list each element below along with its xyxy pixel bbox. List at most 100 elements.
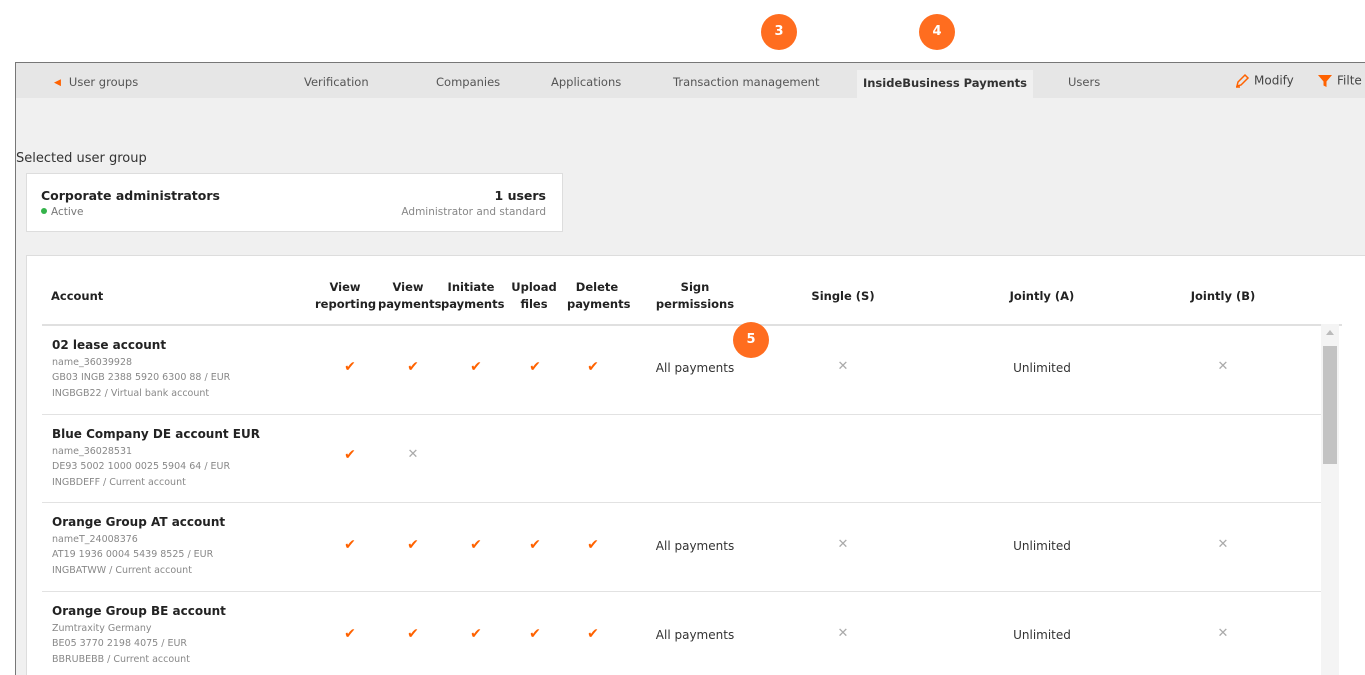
tab-applications[interactable]: Applications — [551, 75, 621, 89]
table-row[interactable]: Orange Group AT account nameT_24008376 A… — [42, 503, 1322, 592]
checkmark-icon: ✔ — [587, 359, 599, 375]
tab-insidebusiness-payments[interactable]: InsideBusiness Payments — [857, 70, 1033, 98]
checkmark-icon: ✔ — [529, 626, 541, 642]
cross-icon: ✕ — [1217, 537, 1229, 552]
tab-label-active: InsideBusiness Payments — [862, 76, 1028, 90]
sign-permissions-value: All payments — [655, 361, 735, 375]
account-bic-type: BBRUBEBB / Current account — [52, 654, 190, 665]
filter-button[interactable]: Filte — [1317, 73, 1362, 89]
account-iban: BE05 3770 2198 4075 / EUR — [52, 638, 187, 649]
tab-transaction-management[interactable]: Transaction management — [673, 75, 819, 89]
group-status: Active — [41, 206, 83, 218]
col-header-line: Upload — [511, 280, 557, 294]
account-name: Orange Group BE account — [52, 604, 226, 618]
caret-left-icon: ◀ — [54, 78, 61, 88]
checkmark-icon: ✔ — [587, 626, 599, 642]
account-holder: nameT_24008376 — [52, 534, 138, 545]
col-header-view-reporting: View reporting — [315, 279, 377, 313]
col-header-line: Delete — [575, 280, 619, 294]
selected-group-card: Corporate administrators Active 1 users … — [26, 173, 563, 232]
cross-icon: ✕ — [837, 626, 849, 641]
group-type: Administrator and standard — [401, 206, 546, 218]
modify-button[interactable]: Modify — [1234, 73, 1294, 89]
group-user-count: 1 users — [494, 188, 546, 203]
col-header-line: payments — [378, 297, 442, 311]
col-header-line: files — [520, 297, 548, 311]
col-header-single: Single (S) — [811, 289, 875, 303]
cross-icon: ✕ — [837, 537, 849, 552]
col-header-jointly-a: Jointly (A) — [1009, 289, 1075, 303]
col-header-line: Initiate — [447, 280, 495, 294]
checkmark-icon: ✔ — [344, 626, 356, 642]
col-header-delete-payments: Delete payments — [567, 279, 631, 313]
table-row[interactable]: 02 lease account name_36039928 GB03 INGB… — [42, 326, 1322, 415]
tab-verification[interactable]: Verification — [304, 75, 369, 89]
checkmark-icon: ✔ — [407, 359, 419, 375]
checkmark-icon: ✔ — [407, 626, 419, 642]
selected-user-group-label: Selected user group — [16, 151, 147, 166]
account-iban: GB03 INGB 2388 5920 6300 88 / EUR — [52, 372, 231, 383]
checkmark-icon: ✔ — [587, 537, 599, 553]
cross-icon: ✕ — [1217, 359, 1229, 374]
account-holder: name_36028531 — [52, 446, 133, 457]
modify-label: Modify — [1254, 73, 1294, 88]
col-header-line: reporting — [315, 297, 377, 311]
checkmark-icon: ✔ — [344, 359, 356, 375]
table-row[interactable]: Blue Company DE account EUR name_3602853… — [42, 415, 1322, 503]
group-name: Corporate administrators — [41, 188, 220, 203]
col-header-line: payments — [441, 297, 505, 311]
filter-icon — [1318, 75, 1332, 87]
group-status-text: Active — [51, 206, 84, 218]
col-header-jointly-b: Jointly (B) — [1190, 289, 1256, 303]
app-window: ◀ User groups Verification Companies Appl… — [15, 62, 1365, 675]
col-header-line: permissions — [655, 297, 735, 311]
account-name: 02 lease account — [52, 338, 167, 352]
cross-icon: ✕ — [837, 359, 849, 374]
tab-companies[interactable]: Companies — [436, 75, 500, 89]
jointly-a-value: Unlimited — [1013, 539, 1071, 553]
back-to-user-groups-link[interactable]: ◀ User groups — [54, 75, 138, 89]
scrollbar-thumb[interactable] — [1323, 346, 1337, 464]
vertical-scrollbar[interactable] — [1321, 324, 1339, 675]
scroll-up-arrow-icon[interactable] — [1326, 330, 1334, 335]
pencil-icon — [1235, 73, 1250, 88]
col-header-line: View — [329, 280, 361, 294]
tab-users[interactable]: Users — [1068, 75, 1100, 89]
col-header-upload-files: Upload files — [509, 279, 559, 313]
jointly-a-value: Unlimited — [1013, 361, 1071, 375]
col-header-view-payments: View payments — [378, 279, 442, 313]
back-label: User groups — [68, 75, 139, 89]
checkmark-icon: ✔ — [529, 359, 541, 375]
filter-label: Filte — [1337, 73, 1362, 88]
sign-permissions-value: All payments — [655, 539, 735, 553]
permissions-table-panel: Account View reporting View payments Ini… — [26, 255, 1365, 675]
checkmark-icon: ✔ — [470, 359, 482, 375]
top-navigation-bar: ◀ User groups Verification Companies Appl… — [16, 63, 1365, 98]
cross-icon: ✕ — [1217, 626, 1229, 641]
col-header-line: View — [392, 280, 424, 294]
callout-badge-4: 4 — [919, 14, 955, 50]
checkmark-icon: ✔ — [344, 447, 356, 463]
active-status-dot-icon — [41, 208, 47, 214]
account-iban: AT19 1936 0004 5439 8525 / EUR — [52, 549, 214, 560]
account-bic-type: INGBDEFF / Current account — [52, 477, 186, 488]
checkmark-icon: ✔ — [470, 626, 482, 642]
jointly-a-value: Unlimited — [1013, 628, 1071, 642]
col-header-initiate-payments: Initiate payments — [441, 279, 505, 313]
sign-permissions-value: All payments — [655, 628, 735, 642]
col-header-line: Sign — [680, 280, 710, 294]
table-row[interactable]: Orange Group BE account Zumtraxity Germa… — [42, 592, 1322, 675]
account-holder: name_36039928 — [52, 357, 133, 368]
account-bic-type: INGBATWW / Current account — [52, 565, 192, 576]
account-name: Orange Group AT account — [52, 515, 226, 529]
col-header-account: Account — [51, 289, 104, 303]
checkmark-icon: ✔ — [344, 537, 356, 553]
callout-badge-5: 5 — [733, 322, 769, 358]
callout-badge-3: 3 — [761, 14, 797, 50]
account-bic-type: INGBGB22 / Virtual bank account — [52, 388, 210, 399]
cross-icon: ✕ — [407, 447, 419, 462]
account-name: Blue Company DE account EUR — [52, 427, 260, 441]
col-header-line: payments — [567, 297, 631, 311]
col-header-sign-permissions: Sign permissions — [655, 279, 735, 313]
checkmark-icon: ✔ — [407, 537, 419, 553]
